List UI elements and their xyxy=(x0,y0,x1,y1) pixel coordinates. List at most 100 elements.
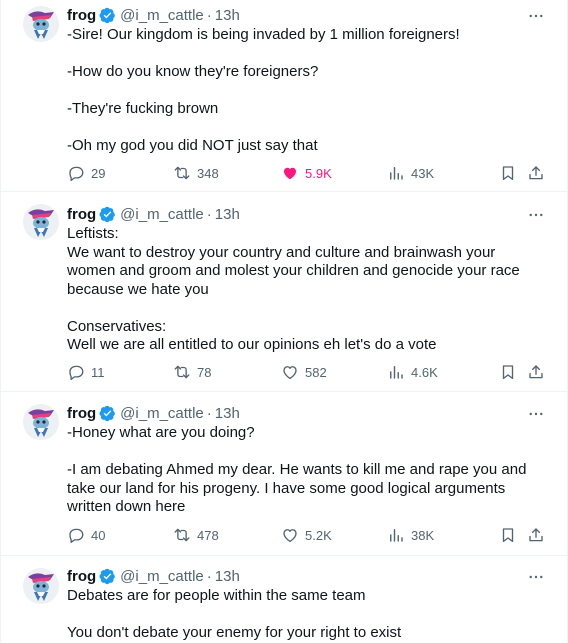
author-handle[interactable]: @i_m_cattle xyxy=(120,568,204,585)
bookmark-icon xyxy=(499,363,517,381)
tweet-paragraph: Leftists: We want to destroy your countr… xyxy=(67,225,520,298)
more-icon[interactable] xyxy=(527,405,545,423)
tweet-text: -Honey what are you doing? -I am debatin… xyxy=(67,424,547,517)
tweet-paragraph: Debates are for people within the same t… xyxy=(67,587,366,604)
timestamp[interactable]: 13h xyxy=(215,405,240,422)
reply-count: 40 xyxy=(91,527,106,543)
verified-badge-icon xyxy=(99,405,116,422)
tweet-header: frog @i_m_cattle · 13h xyxy=(67,403,240,423)
tweet-actions: 29 348 5.9K 43K xyxy=(63,161,545,185)
reply-count: 29 xyxy=(91,165,106,181)
like-count: 5.9K xyxy=(305,165,332,181)
retweet-count: 478 xyxy=(197,527,219,543)
avatar[interactable] xyxy=(23,568,59,604)
tweet-paragraph: -Oh my god you did NOT just say that xyxy=(67,137,318,154)
more-icon[interactable] xyxy=(527,206,545,224)
reply-icon xyxy=(67,526,85,544)
share-button[interactable] xyxy=(527,161,545,185)
author-name[interactable]: frog xyxy=(67,568,96,585)
retweet-count: 78 xyxy=(197,364,212,380)
views-button[interactable]: 43K xyxy=(387,161,434,185)
avatar[interactable] xyxy=(23,6,59,42)
tweet-text: Debates are for people within the same t… xyxy=(67,587,547,643)
like-count: 5.2K xyxy=(305,527,332,543)
tweet-paragraph: -Honey what are you doing? xyxy=(67,424,255,441)
retweet-icon xyxy=(173,363,191,381)
tweet-paragraph: -Sire! Our kingdom is being invaded by 1… xyxy=(67,26,460,43)
bookmark-button[interactable] xyxy=(499,523,517,547)
tweet-header: frog @i_m_cattle · 13h xyxy=(67,204,240,224)
timestamp[interactable]: 13h xyxy=(215,7,240,24)
tweet[interactable]: frog @i_m_cattle · 13h Debates are for p… xyxy=(1,556,567,642)
like-icon xyxy=(281,363,299,381)
like-icon xyxy=(281,164,299,182)
bookmark-button[interactable] xyxy=(499,360,517,384)
author-name[interactable]: frog xyxy=(67,7,96,24)
tweet-text: -Sire! Our kingdom is being invaded by 1… xyxy=(67,26,547,156)
separator-dot: · xyxy=(206,404,212,422)
share-button[interactable] xyxy=(527,523,545,547)
avatar[interactable] xyxy=(23,404,59,440)
tweet-paragraph: -How do you know they're foreigners? xyxy=(67,63,319,80)
like-button[interactable]: 5.9K xyxy=(281,161,332,185)
retweet-count: 348 xyxy=(197,165,219,181)
views-button[interactable]: 4.6K xyxy=(387,360,438,384)
tweet-header: frog @i_m_cattle · 13h xyxy=(67,566,240,586)
author-name[interactable]: frog xyxy=(67,206,96,223)
tweet-paragraph: You don't debate your enemy for your rig… xyxy=(67,624,402,641)
bookmark-icon xyxy=(499,526,517,544)
reply-count: 11 xyxy=(91,364,105,380)
author-handle[interactable]: @i_m_cattle xyxy=(120,7,204,24)
timestamp[interactable]: 13h xyxy=(215,568,240,585)
share-icon xyxy=(527,363,545,381)
separator-dot: · xyxy=(206,6,212,24)
author-name[interactable]: frog xyxy=(67,405,96,422)
retweet-button[interactable]: 78 xyxy=(173,360,211,384)
verified-badge-icon xyxy=(99,206,116,223)
avatar[interactable] xyxy=(23,204,59,240)
like-icon xyxy=(281,526,299,544)
reply-button[interactable]: 40 xyxy=(67,523,105,547)
share-button[interactable] xyxy=(527,360,545,384)
view-count: 4.6K xyxy=(411,364,438,380)
views-icon xyxy=(387,164,405,182)
tweet-header: frog @i_m_cattle · 13h xyxy=(67,5,240,25)
retweet-icon xyxy=(173,526,191,544)
views-button[interactable]: 38K xyxy=(387,523,434,547)
views-icon xyxy=(387,526,405,544)
verified-badge-icon xyxy=(99,568,116,585)
more-icon[interactable] xyxy=(527,7,545,25)
retweet-icon xyxy=(173,164,191,182)
like-count: 582 xyxy=(305,364,327,380)
more-icon[interactable] xyxy=(527,568,545,586)
reply-button[interactable]: 29 xyxy=(67,161,105,185)
retweet-button[interactable]: 348 xyxy=(173,161,219,185)
reply-button[interactable]: 11 xyxy=(67,360,105,384)
retweet-button[interactable]: 478 xyxy=(173,523,219,547)
tweet[interactable]: frog @i_m_cattle · 13h -Honey what are y… xyxy=(1,392,567,556)
bookmark-icon xyxy=(499,164,517,182)
bookmark-button[interactable] xyxy=(499,161,517,185)
share-icon xyxy=(527,164,545,182)
tweet-actions: 40 478 5.2K 38K xyxy=(63,523,545,547)
like-button[interactable]: 582 xyxy=(281,360,327,384)
tweet[interactable]: frog @i_m_cattle · 13h Leftists: We want… xyxy=(1,192,567,392)
reply-icon xyxy=(67,363,85,381)
tweet-text: Leftists: We want to destroy your countr… xyxy=(67,225,547,355)
tweet-actions: 11 78 582 4.6K xyxy=(63,360,545,384)
author-handle[interactable]: @i_m_cattle xyxy=(120,405,204,422)
author-handle[interactable]: @i_m_cattle xyxy=(120,206,204,223)
view-count: 43K xyxy=(411,165,435,181)
verified-badge-icon xyxy=(99,7,116,24)
like-button[interactable]: 5.2K xyxy=(281,523,332,547)
view-count: 38K xyxy=(411,527,435,543)
tweet-paragraph: -They're fucking brown xyxy=(67,100,219,117)
timeline: frog @i_m_cattle · 13h -Sire! Our kingdo… xyxy=(0,0,568,642)
separator-dot: · xyxy=(206,205,212,223)
timestamp[interactable]: 13h xyxy=(215,206,240,223)
tweet-paragraph: -I am debating Ahmed my dear. He wants t… xyxy=(67,461,531,515)
reply-icon xyxy=(67,164,85,182)
separator-dot: · xyxy=(206,567,212,585)
tweet-paragraph: Conservatives: Well we are all entitled … xyxy=(67,317,437,354)
tweet[interactable]: frog @i_m_cattle · 13h -Sire! Our kingdo… xyxy=(1,0,567,192)
